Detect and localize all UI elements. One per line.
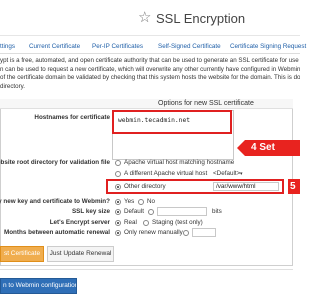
step5-callout: 5 (288, 179, 300, 194)
options-section-title: Options for new SSL certificate (158, 100, 254, 107)
webroot-option-apache-matching: Apache virtual host matching hostname (124, 159, 235, 166)
webroot-radio-apache-different[interactable] (115, 171, 121, 177)
step4-callout: 4 Set (245, 140, 300, 156)
page-title: SSL Encryption (156, 11, 246, 26)
server-label: Let's Encrypt server (49, 219, 110, 226)
key-size-label: SSL key size (71, 208, 110, 215)
tab-current-certificate[interactable]: Current Certificate (29, 43, 80, 51)
update-renewal-button[interactable]: Just Update Renewal (47, 246, 114, 262)
key-size-custom-radio[interactable] (148, 209, 154, 215)
key-size-default-radio[interactable] (115, 209, 121, 215)
webroot-label: Website root directory for validation fi… (0, 159, 110, 166)
tab-self-signed-certificate[interactable]: Self-Signed Certificate (158, 43, 221, 51)
hostnames-label: Hostnames for certificate (34, 114, 110, 121)
server-real-label: Real (124, 219, 137, 226)
step4-highlight (112, 110, 232, 134)
server-staging-radio[interactable] (143, 220, 149, 226)
description-text: ypt is a free, automated, and open certi… (0, 57, 300, 91)
request-certificate-button[interactable]: st Certificate (0, 246, 44, 262)
renewal-manual-radio[interactable] (115, 230, 121, 236)
copy-to-webmin-label: Copy new key and certificate to Webmin? (0, 198, 110, 205)
renewal-manual-label: Only renew manually (124, 229, 183, 236)
tab-certificate-signing-request[interactable]: Certificate Signing Request (230, 43, 306, 51)
copy-no-radio[interactable] (138, 199, 144, 205)
copy-no-label: No (147, 198, 156, 205)
renewal-label: Months between automatic renewal (3, 229, 110, 236)
webroot-option-apache-different: A different Apache virtual host (124, 170, 208, 177)
step5-highlight (106, 179, 284, 194)
chevron-down-icon: ▾ (240, 171, 243, 177)
star-outline-icon[interactable]: ☆ (138, 10, 151, 26)
server-staging-label: Staging (test only) (152, 219, 203, 226)
copy-yes-label: Yes (124, 198, 135, 205)
server-real-radio[interactable] (115, 220, 121, 226)
key-size-default-label: Default (124, 208, 144, 215)
apache-vhost-select[interactable]: <Default> (213, 170, 240, 178)
copy-yes-radio[interactable] (115, 199, 121, 205)
return-to-webmin-button[interactable]: n to Webmin configuration (0, 278, 77, 294)
tab-settings[interactable]: ttings (0, 43, 15, 51)
tab-bar: ttings Current Certificate Per-IP Certif… (0, 40, 306, 54)
webroot-radio-apache-matching[interactable] (115, 160, 121, 166)
renewal-months-input[interactable] (192, 228, 216, 237)
renewal-months-radio[interactable] (183, 230, 189, 236)
step4-arrow-icon (237, 140, 245, 156)
tab-per-ip-certificates[interactable]: Per-IP Certificates (92, 43, 143, 51)
divider (0, 269, 293, 270)
key-size-bits-label: bits (212, 208, 222, 215)
key-size-input[interactable] (157, 207, 207, 216)
